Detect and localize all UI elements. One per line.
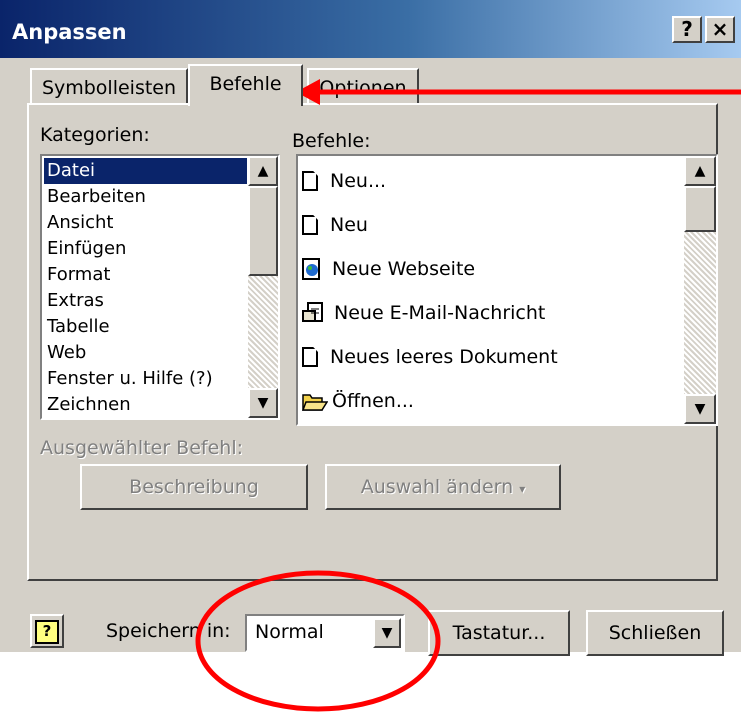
tab-toolbars[interactable]: Symbolleisten (30, 68, 188, 104)
command-item-open[interactable]: Öffnen... (302, 380, 414, 422)
tab-commands[interactable]: Befehle (188, 64, 303, 106)
list-item[interactable]: Zeichnen (44, 392, 247, 418)
commands-scrollbar[interactable]: ▲ ▼ (684, 156, 716, 424)
list-item[interactable]: Format (44, 262, 247, 288)
categories-label: Kategorien: (40, 124, 150, 146)
command-label: Neue Webseite (332, 258, 476, 280)
scroll-thumb[interactable] (684, 186, 716, 232)
list-item[interactable]: Tabelle (44, 314, 247, 340)
window-title: Anpassen (12, 20, 127, 44)
dropdown-arrow-icon: ▾ (519, 482, 526, 496)
categories-list[interactable]: Datei Bearbeiten Ansicht Einfügen Format… (40, 154, 280, 420)
scroll-thumb[interactable] (248, 186, 278, 276)
command-label: Neu... (330, 170, 387, 192)
email-message-icon (302, 302, 323, 322)
scroll-up-icon[interactable]: ▲ (684, 156, 716, 186)
commands-label: Befehle: (292, 130, 371, 152)
commands-list[interactable]: Neu... Neu Neue Webseite Neue E-Mail-Nac… (296, 154, 718, 426)
command-label: Neu (330, 214, 368, 236)
list-item[interactable]: Datei (44, 158, 247, 184)
tab-options-label: Optionen (319, 77, 407, 99)
tab-commands-label: Befehle (209, 73, 282, 95)
categories-scrollbar[interactable]: ▲ ▼ (248, 156, 278, 418)
save-in-label: Speichern in: (106, 620, 231, 642)
list-item[interactable]: Fenster u. Hilfe (?) (44, 366, 247, 392)
command-item-new-email[interactable]: Neue E-Mail-Nachricht (302, 292, 545, 334)
scroll-down-icon[interactable]: ▼ (248, 388, 278, 418)
list-item[interactable]: Einfügen (44, 236, 247, 262)
command-label: Neues leeres Dokument (330, 346, 558, 368)
new-document-icon (302, 171, 318, 191)
tab-toolbars-label: Symbolleisten (41, 77, 177, 99)
web-page-icon (302, 258, 320, 280)
modify-selection-button[interactable]: Auswahl ändern ▾ (325, 464, 561, 510)
save-in-value: Normal (255, 621, 324, 643)
command-item-new-dialog[interactable]: Neu... (302, 160, 386, 202)
help-icon: ? (35, 620, 59, 644)
new-document-icon (302, 215, 318, 235)
help-icon-button[interactable]: ? (30, 614, 64, 648)
title-bar: Anpassen ? × (0, 0, 741, 58)
scroll-down-icon[interactable]: ▼ (684, 394, 716, 424)
keyboard-button[interactable]: Tastatur... (428, 610, 570, 656)
list-item[interactable]: Ansicht (44, 210, 247, 236)
command-label: Neue E-Mail-Nachricht (334, 302, 546, 324)
command-item-new-webpage[interactable]: Neue Webseite (302, 248, 475, 290)
tab-options[interactable]: Optionen (307, 68, 419, 104)
selected-command-label: Ausgewählter Befehl: (40, 437, 244, 459)
list-item[interactable]: Bearbeiten (44, 184, 247, 210)
close-button[interactable]: Schließen (586, 610, 724, 656)
help-title-button[interactable]: ? (672, 16, 702, 43)
description-button[interactable]: Beschreibung (80, 464, 308, 510)
close-title-button[interactable]: × (705, 16, 735, 43)
blank-document-icon (302, 347, 318, 367)
scroll-up-icon[interactable]: ▲ (248, 156, 278, 186)
chevron-down-icon[interactable]: ▼ (373, 618, 401, 648)
open-folder-icon (302, 394, 328, 411)
save-in-dropdown[interactable]: Normal ▼ (245, 614, 405, 652)
list-item[interactable]: Extras (44, 288, 247, 314)
command-label: Öffnen... (332, 390, 414, 412)
modify-selection-label: Auswahl ändern (360, 476, 514, 498)
customize-dialog: Anpassen ? × Symbolleisten Optionen Befe… (0, 0, 741, 656)
command-item-new-blank-document[interactable]: Neues leeres Dokument (302, 336, 558, 378)
command-item-new[interactable]: Neu (302, 204, 368, 246)
list-item[interactable]: Web (44, 340, 247, 366)
